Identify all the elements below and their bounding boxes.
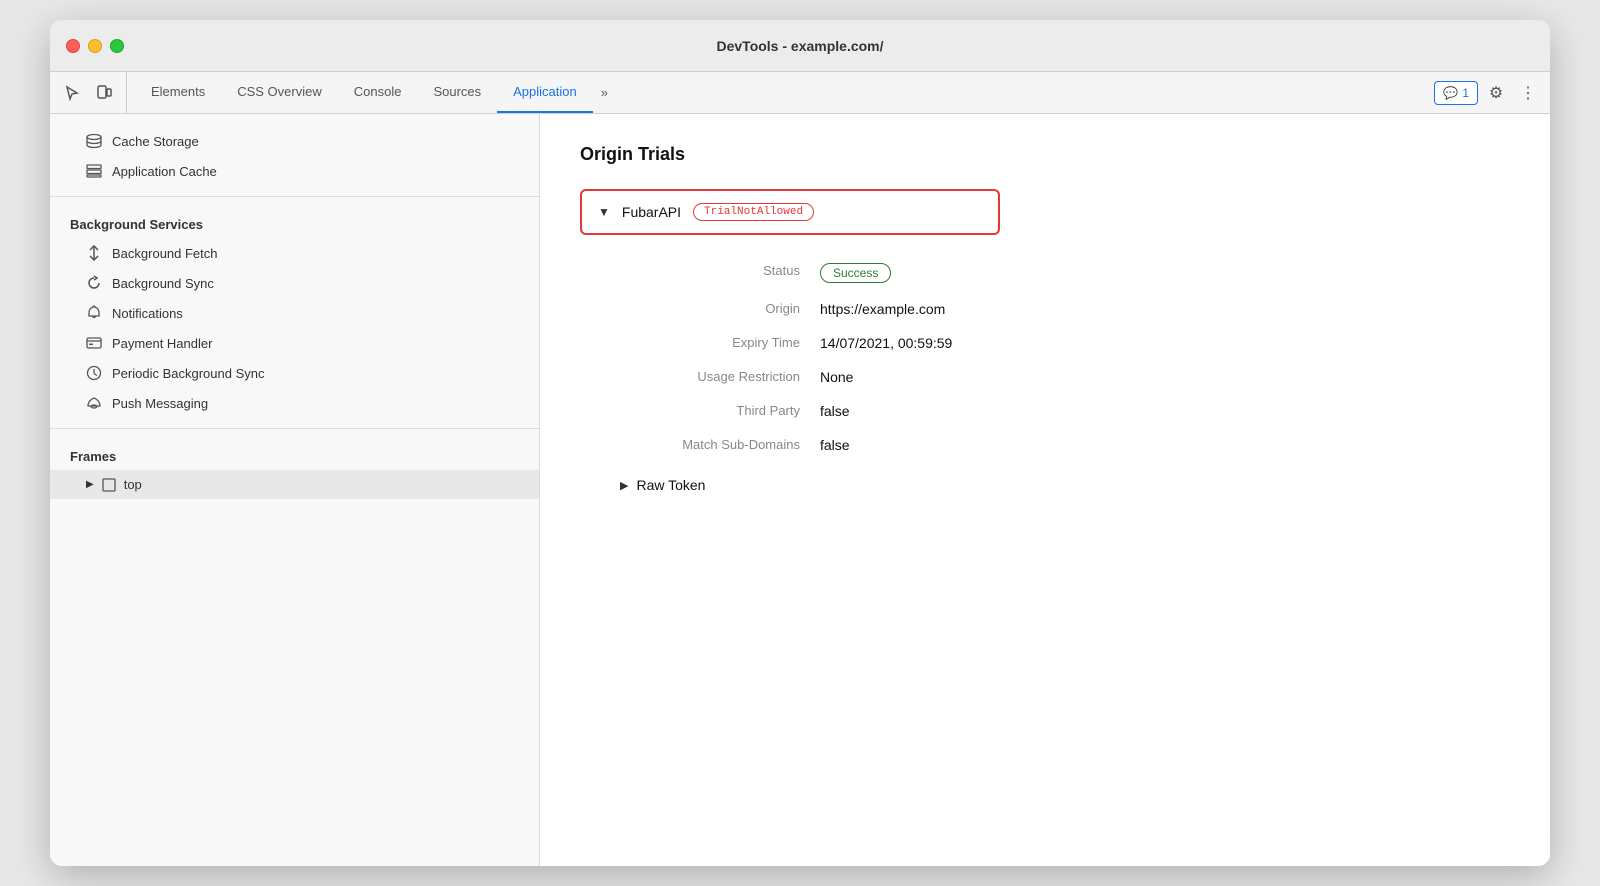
tab-console[interactable]: Console [338, 72, 418, 113]
third-party-label: Third Party [620, 403, 820, 419]
origin-value: https://example.com [820, 301, 1510, 317]
messages-badge-button[interactable]: 💬 1 [1434, 81, 1478, 105]
details-table: Status Success Origin https://example.co… [620, 263, 1510, 453]
status-badge: Success [820, 263, 891, 283]
fubar-api-name: FubarAPI [622, 204, 681, 220]
background-services-header: Background Services [50, 207, 539, 238]
sidebar-item-application-cache[interactable]: Application Cache [50, 156, 539, 186]
match-sub-domains-value: false [820, 437, 1510, 453]
cache-storage-icon [86, 133, 102, 149]
tabs: Elements CSS Overview Console Sources Ap… [135, 72, 1434, 113]
content-area: Origin Trials ▼ FubarAPI TrialNotAllowed… [540, 114, 1550, 866]
third-party-value: false [820, 403, 1510, 419]
fubar-api-row[interactable]: ▼ FubarAPI TrialNotAllowed [580, 189, 1000, 235]
more-tabs-button[interactable]: » [593, 72, 616, 113]
titlebar: DevTools - example.com/ [50, 20, 1550, 72]
background-sync-icon [86, 275, 102, 291]
traffic-lights [66, 39, 124, 53]
sidebar-item-top-frame[interactable]: ▶ top [50, 470, 539, 499]
close-button[interactable] [66, 39, 80, 53]
minimize-button[interactable] [88, 39, 102, 53]
frame-icon [102, 478, 116, 492]
frame-expand-icon: ▶ [86, 479, 94, 490]
sidebar-divider-1 [50, 196, 539, 197]
tab-elements[interactable]: Elements [135, 72, 221, 113]
notifications-icon [86, 305, 102, 321]
more-options-icon[interactable]: ⋮ [1514, 79, 1542, 107]
message-icon: 💬 [1443, 86, 1458, 100]
frame-label: top [124, 477, 142, 492]
expiry-time-value: 14/07/2021, 00:59:59 [820, 335, 1510, 351]
raw-token-chevron-icon: ▶ [620, 479, 628, 492]
cursor-tool-icon[interactable] [58, 79, 86, 107]
tab-css-overview[interactable]: CSS Overview [221, 72, 338, 113]
raw-token-label: Raw Token [636, 477, 705, 493]
origin-label: Origin [620, 301, 820, 317]
usage-restriction-label: Usage Restriction [620, 369, 820, 385]
payment-handler-icon [86, 335, 102, 351]
sidebar-item-background-sync[interactable]: Background Sync [50, 268, 539, 298]
main-layout: Cache Storage Application Cache Backgrou… [50, 114, 1550, 866]
sidebar-item-background-fetch[interactable]: Background Fetch [50, 238, 539, 268]
tab-sources[interactable]: Sources [417, 72, 497, 113]
status-label: Status [620, 263, 820, 283]
sidebar-item-notifications[interactable]: Notifications [50, 298, 539, 328]
match-sub-domains-label: Match Sub-Domains [620, 437, 820, 453]
sidebar-item-push-messaging[interactable]: Push Messaging [50, 388, 539, 418]
push-messaging-icon [86, 395, 102, 411]
frames-header: Frames [50, 439, 539, 470]
raw-token-row[interactable]: ▶ Raw Token [620, 477, 1510, 493]
tab-application[interactable]: Application [497, 72, 593, 113]
maximize-button[interactable] [110, 39, 124, 53]
trial-not-allowed-badge: TrialNotAllowed [693, 203, 814, 221]
devtools-window: DevTools - example.com/ Elements CSS Ove… [50, 20, 1550, 866]
device-tool-icon[interactable] [90, 79, 118, 107]
sidebar-item-payment-handler[interactable]: Payment Handler [50, 328, 539, 358]
tabbar: Elements CSS Overview Console Sources Ap… [50, 72, 1550, 114]
tabbar-right: 💬 1 ⚙ ⋮ [1434, 72, 1542, 113]
window-title: DevTools - example.com/ [716, 38, 883, 54]
expiry-time-label: Expiry Time [620, 335, 820, 351]
settings-icon[interactable]: ⚙ [1482, 79, 1510, 107]
usage-restriction-value: None [820, 369, 1510, 385]
page-title: Origin Trials [580, 144, 1510, 165]
periodic-background-sync-icon [86, 365, 102, 381]
fubar-api-chevron-icon: ▼ [598, 205, 610, 219]
background-fetch-icon [86, 245, 102, 261]
sidebar: Cache Storage Application Cache Backgrou… [50, 114, 540, 866]
tabbar-tools [58, 72, 127, 113]
message-count: 1 [1462, 86, 1469, 100]
sidebar-item-cache-storage[interactable]: Cache Storage [50, 126, 539, 156]
status-value: Success [820, 263, 1510, 283]
application-cache-icon [86, 163, 102, 179]
sidebar-divider-2 [50, 428, 539, 429]
sidebar-item-periodic-background-sync[interactable]: Periodic Background Sync [50, 358, 539, 388]
